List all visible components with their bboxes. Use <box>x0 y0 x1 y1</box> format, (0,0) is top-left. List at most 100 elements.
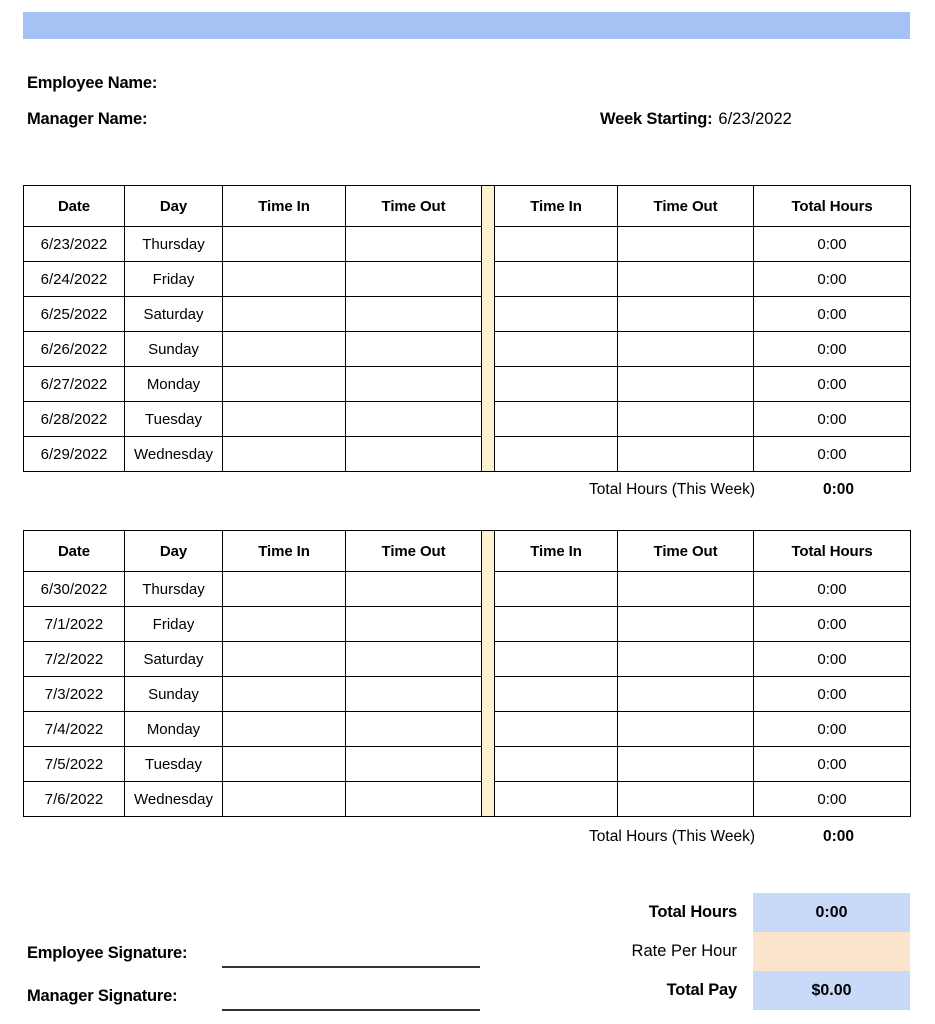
cell-time-out-1[interactable] <box>345 226 482 262</box>
cell-time-out-2[interactable] <box>617 781 754 817</box>
cell-date: 6/29/2022 <box>23 436 125 472</box>
total-pay-label: Total Pay <box>666 981 738 999</box>
cell-date: 6/25/2022 <box>23 296 125 332</box>
column-divider <box>481 711 495 747</box>
cell-time-out-1[interactable] <box>345 331 482 367</box>
summary-row-rate-per-hour: Rate Per Hour <box>560 932 910 971</box>
cell-time-in-1[interactable] <box>222 676 346 712</box>
cell-day: Sunday <box>124 676 223 712</box>
table-header-row: Date Day Time In Time Out Time In Time O… <box>23 185 911 227</box>
cell-day: Friday <box>124 606 223 642</box>
col-header-total-hours: Total Hours <box>753 530 911 572</box>
cell-time-out-2[interactable] <box>617 366 754 402</box>
rate-per-hour-label: Rate Per Hour <box>631 942 737 960</box>
table-row: 7/2/2022 Saturday 0:00 <box>23 641 911 677</box>
cell-time-in-1[interactable] <box>222 261 346 297</box>
cell-time-out-2[interactable] <box>617 641 754 677</box>
cell-time-in-1[interactable] <box>222 746 346 782</box>
cell-day: Monday <box>124 711 223 747</box>
cell-time-in-2[interactable] <box>494 436 618 472</box>
cell-time-in-1[interactable] <box>222 366 346 402</box>
cell-time-out-2[interactable] <box>617 571 754 607</box>
cell-time-in-2[interactable] <box>494 676 618 712</box>
cell-day: Monday <box>124 366 223 402</box>
cell-day: Tuesday <box>124 401 223 437</box>
cell-time-out-1[interactable] <box>345 746 482 782</box>
cell-time-out-1[interactable] <box>345 676 482 712</box>
col-header-date: Date <box>23 530 125 572</box>
table-row: 6/23/2022 Thursday 0:00 <box>23 226 911 262</box>
cell-time-out-2[interactable] <box>617 436 754 472</box>
cell-time-in-1[interactable] <box>222 296 346 332</box>
cell-time-in-1[interactable] <box>222 226 346 262</box>
cell-date: 7/5/2022 <box>23 746 125 782</box>
rate-per-hour-input[interactable] <box>753 932 910 971</box>
cell-time-out-1[interactable] <box>345 711 482 747</box>
cell-time-in-2[interactable] <box>494 226 618 262</box>
cell-time-out-1[interactable] <box>345 606 482 642</box>
cell-time-in-1[interactable] <box>222 606 346 642</box>
cell-time-out-1[interactable] <box>345 436 482 472</box>
cell-time-in-2[interactable] <box>494 571 618 607</box>
cell-time-in-2[interactable] <box>494 261 618 297</box>
col-header-day: Day <box>124 530 223 572</box>
cell-time-in-1[interactable] <box>222 401 346 437</box>
table-row: 6/28/2022 Tuesday 0:00 <box>23 401 911 437</box>
cell-time-out-2[interactable] <box>617 226 754 262</box>
cell-time-out-2[interactable] <box>617 261 754 297</box>
column-divider <box>481 401 495 437</box>
cell-time-in-2[interactable] <box>494 401 618 437</box>
cell-time-out-1[interactable] <box>345 641 482 677</box>
manager-signature-line[interactable] <box>222 1009 480 1011</box>
cell-day: Wednesday <box>124 781 223 817</box>
cell-time-in-2[interactable] <box>494 366 618 402</box>
cell-time-in-2[interactable] <box>494 606 618 642</box>
timesheet-table-week-1: Date Day Time In Time Out Time In Time O… <box>23 185 911 472</box>
cell-time-out-1[interactable] <box>345 296 482 332</box>
cell-time-in-2[interactable] <box>494 331 618 367</box>
cell-time-in-1[interactable] <box>222 571 346 607</box>
cell-day: Wednesday <box>124 436 223 472</box>
header-banner <box>23 12 910 39</box>
cell-time-out-2[interactable] <box>617 401 754 437</box>
cell-time-out-2[interactable] <box>617 746 754 782</box>
cell-date: 6/28/2022 <box>23 401 125 437</box>
cell-time-out-1[interactable] <box>345 571 482 607</box>
table-row: 7/6/2022 Wednesday 0:00 <box>23 781 911 817</box>
cell-time-in-1[interactable] <box>222 711 346 747</box>
cell-time-out-2[interactable] <box>617 676 754 712</box>
column-divider <box>481 436 495 472</box>
cell-time-out-2[interactable] <box>617 606 754 642</box>
week-starting-value[interactable]: 6/23/2022 <box>718 110 791 128</box>
cell-time-out-2[interactable] <box>617 296 754 332</box>
cell-date: 7/2/2022 <box>23 641 125 677</box>
cell-time-in-1[interactable] <box>222 641 346 677</box>
cell-time-out-2[interactable] <box>617 331 754 367</box>
column-divider <box>481 185 495 227</box>
cell-total-hours: 0:00 <box>753 226 911 262</box>
cell-time-out-1[interactable] <box>345 261 482 297</box>
cell-time-out-1[interactable] <box>345 401 482 437</box>
cell-time-out-1[interactable] <box>345 366 482 402</box>
cell-total-hours: 0:00 <box>753 676 911 712</box>
cell-time-out-1[interactable] <box>345 781 482 817</box>
table-row: 6/29/2022 Wednesday 0:00 <box>23 436 911 472</box>
column-divider <box>481 261 495 297</box>
col-header-time-out-1: Time Out <box>345 530 482 572</box>
cell-time-in-1[interactable] <box>222 781 346 817</box>
cell-time-in-2[interactable] <box>494 711 618 747</box>
cell-date: 7/3/2022 <box>23 676 125 712</box>
column-divider <box>481 746 495 782</box>
cell-time-out-2[interactable] <box>617 711 754 747</box>
cell-time-in-1[interactable] <box>222 331 346 367</box>
employee-signature-line[interactable] <box>222 966 480 968</box>
cell-time-in-2[interactable] <box>494 746 618 782</box>
cell-time-in-2[interactable] <box>494 641 618 677</box>
cell-total-hours: 0:00 <box>753 571 911 607</box>
table-row: 6/24/2022 Friday 0:00 <box>23 261 911 297</box>
table-header-row: Date Day Time In Time Out Time In Time O… <box>23 530 911 572</box>
col-header-time-out-2: Time Out <box>617 530 754 572</box>
cell-time-in-2[interactable] <box>494 296 618 332</box>
cell-time-in-2[interactable] <box>494 781 618 817</box>
cell-time-in-1[interactable] <box>222 436 346 472</box>
